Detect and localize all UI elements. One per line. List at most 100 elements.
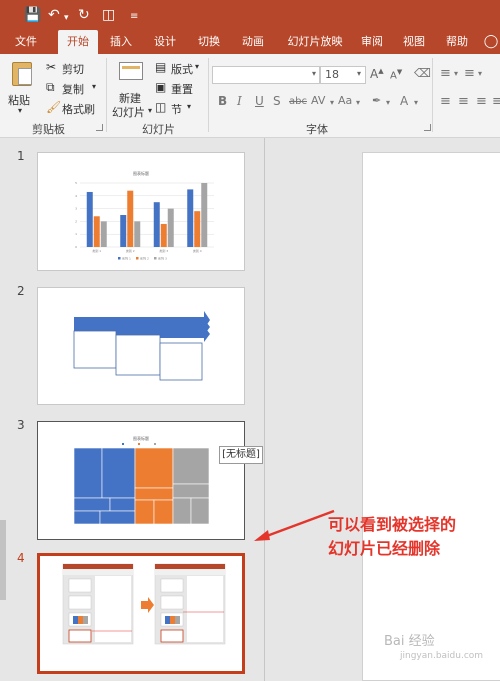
transition-arrow-icon (141, 597, 154, 613)
tab-animations[interactable]: 动画 (236, 30, 270, 54)
font-color-dropdown-icon[interactable]: ▾ (414, 98, 418, 107)
tab-slideshow[interactable]: 幻灯片放映 (280, 30, 350, 54)
tab-view[interactable]: 视图 (398, 30, 430, 54)
copy-dropdown-icon: ▾ (92, 82, 97, 91)
align-right-icon[interactable]: ≡ (476, 94, 487, 109)
watermark-logo: Bai 经验 (384, 634, 435, 649)
customize-toolbar-icon[interactable]: ≡ (130, 8, 138, 26)
x-tick-label: 类别 3 (159, 248, 168, 253)
slide-thumbnail-4[interactable] (37, 553, 245, 674)
slide-thumbnail-1[interactable]: 图表标题 0 1 2 3 4 5 类别 1 类别 2 类别 3 类别 4 系列 1 系列 2 系列 … (37, 152, 245, 271)
new-slide-button[interactable]: 新建 幻灯片 (110, 58, 152, 119)
slide-number-2: 2 (17, 284, 25, 298)
y-tick-label: 5 (75, 181, 77, 185)
y-tick-label: 3 (75, 207, 77, 211)
change-case-dropdown-icon[interactable]: ▾ (356, 98, 360, 107)
font-size-dropdown-icon[interactable]: ▾ (357, 69, 361, 78)
strikethrough-icon[interactable]: abc (289, 96, 307, 107)
process-box-1 (73, 330, 117, 369)
format-painter-button[interactable]: 🖌 格式刷 (46, 100, 102, 116)
tab-review[interactable]: 审阅 (356, 30, 388, 54)
numbering-icon[interactable]: ≡ (464, 66, 475, 81)
legend-label: 系列 3 (158, 256, 167, 261)
lightbulb-icon[interactable]: ◯ (482, 30, 500, 54)
text-shadow-icon[interactable]: S (273, 94, 281, 108)
slide-number-3: 3 (17, 418, 25, 432)
italic-icon[interactable]: I (237, 94, 242, 108)
reset-button[interactable]: ▣ 重置 (155, 80, 203, 96)
bar-2-2 (127, 190, 134, 247)
treemap-orange-group (134, 447, 174, 525)
numbering-dropdown-icon[interactable]: ▾ (478, 69, 482, 78)
tab-design[interactable]: 设计 (148, 30, 182, 54)
copy-button[interactable]: ⧉ 复制 ▾ (46, 80, 102, 96)
legend-label: 系列 1 (122, 256, 131, 261)
section-button[interactable]: ◫ 节 ▾ (155, 100, 203, 116)
panel-scrollbar[interactable] (0, 520, 6, 600)
treemap-cell (101, 447, 136, 499)
font-group-label: 字体 (306, 123, 328, 136)
treemap-cell (99, 510, 136, 525)
tab-transitions[interactable]: 切换 (192, 30, 226, 54)
undo-dropdown-icon[interactable]: ▾ (64, 9, 69, 27)
cut-button[interactable]: ✂ 剪切 (46, 60, 96, 76)
scissors-icon: ✂ (46, 60, 57, 74)
new-slide-dropdown-icon[interactable]: ▾ (148, 106, 152, 115)
x-tick-label: 类别 2 (126, 248, 135, 253)
paste-button[interactable]: 粘贴 ▾ (4, 58, 42, 116)
bar-3-1 (100, 221, 107, 247)
clipboard-group-label: 剪贴板 (32, 123, 65, 136)
undo-icon[interactable]: ↶ (48, 6, 60, 24)
treemap-cell (134, 447, 174, 489)
tab-insert[interactable]: 插入 (104, 30, 138, 54)
character-spacing-dropdown-icon[interactable]: ▾ (330, 98, 334, 107)
reset-icon: ▣ (155, 80, 167, 94)
slide-title-tooltip: [无标题] (219, 446, 263, 464)
justify-icon[interactable]: ≡ (492, 94, 500, 109)
layout-button[interactable]: ▤ 版式 ▾ (155, 60, 203, 76)
underline-icon[interactable]: U (255, 94, 264, 108)
treemap-gray-group (172, 447, 210, 525)
character-spacing-icon[interactable]: AV (311, 94, 325, 107)
bullets-icon[interactable]: ≡ (440, 66, 451, 81)
tab-home[interactable]: 开始 (58, 30, 98, 54)
bold-icon[interactable]: B (218, 94, 227, 108)
ribbon-tabs: 文件 开始 插入 设计 切换 动画 幻灯片放映 审阅 视图 帮助 ◯ (0, 30, 500, 54)
font-color-icon[interactable]: A (400, 94, 408, 108)
start-from-beginning-icon[interactable]: ◫ (102, 6, 115, 24)
slide-canvas[interactable] (362, 152, 500, 681)
new-slide-label-2: 幻灯片 (112, 106, 145, 119)
font-name-dropdown-icon[interactable]: ▾ (312, 69, 316, 78)
slide-thumbnail-3[interactable]: 图表标题 (37, 421, 245, 540)
legend-swatch (154, 257, 157, 260)
highlight-dropdown-icon[interactable]: ▾ (386, 98, 390, 107)
align-center-icon[interactable]: ≡ (458, 94, 469, 109)
section-dropdown-icon: ▾ (187, 102, 192, 111)
clear-formatting-icon[interactable]: ⌫ (414, 66, 431, 80)
font-name-dropdown[interactable] (212, 66, 320, 84)
increase-font-size-icon[interactable]: A▲ (370, 67, 384, 81)
save-icon[interactable]: 💾 (24, 6, 41, 24)
treemap-blue-group (73, 447, 136, 525)
bar-1-2 (120, 215, 127, 247)
title-bar: 💾 ↶ ▾ ↻ ◫ ≡ (0, 0, 500, 30)
annotation-line-2: 幻灯片已经删除 (328, 539, 441, 558)
before-screenshot (62, 563, 134, 645)
change-case-icon[interactable]: Aa (338, 94, 352, 107)
decrease-font-size-icon[interactable]: A▼ (390, 68, 402, 81)
treemap-cell (172, 497, 192, 525)
process-box-2 (115, 334, 161, 376)
tab-help[interactable]: 帮助 (440, 30, 474, 54)
slide-thumbnail-2[interactable] (37, 287, 245, 405)
highlight-icon[interactable]: ✒ (372, 94, 381, 107)
group-divider (432, 58, 433, 132)
redo-icon[interactable]: ↻ (78, 6, 90, 24)
bar-2-1 (93, 216, 100, 247)
align-left-icon[interactable]: ≡ (440, 94, 451, 109)
tab-file[interactable]: 文件 (8, 30, 44, 54)
font-launcher-icon[interactable] (424, 124, 431, 131)
clipboard-launcher-icon[interactable] (96, 124, 103, 131)
slide-number-4: 4 (17, 551, 25, 565)
bullets-dropdown-icon[interactable]: ▾ (454, 69, 458, 78)
annotation-line-1: 可以看到被选择的 (328, 515, 457, 534)
